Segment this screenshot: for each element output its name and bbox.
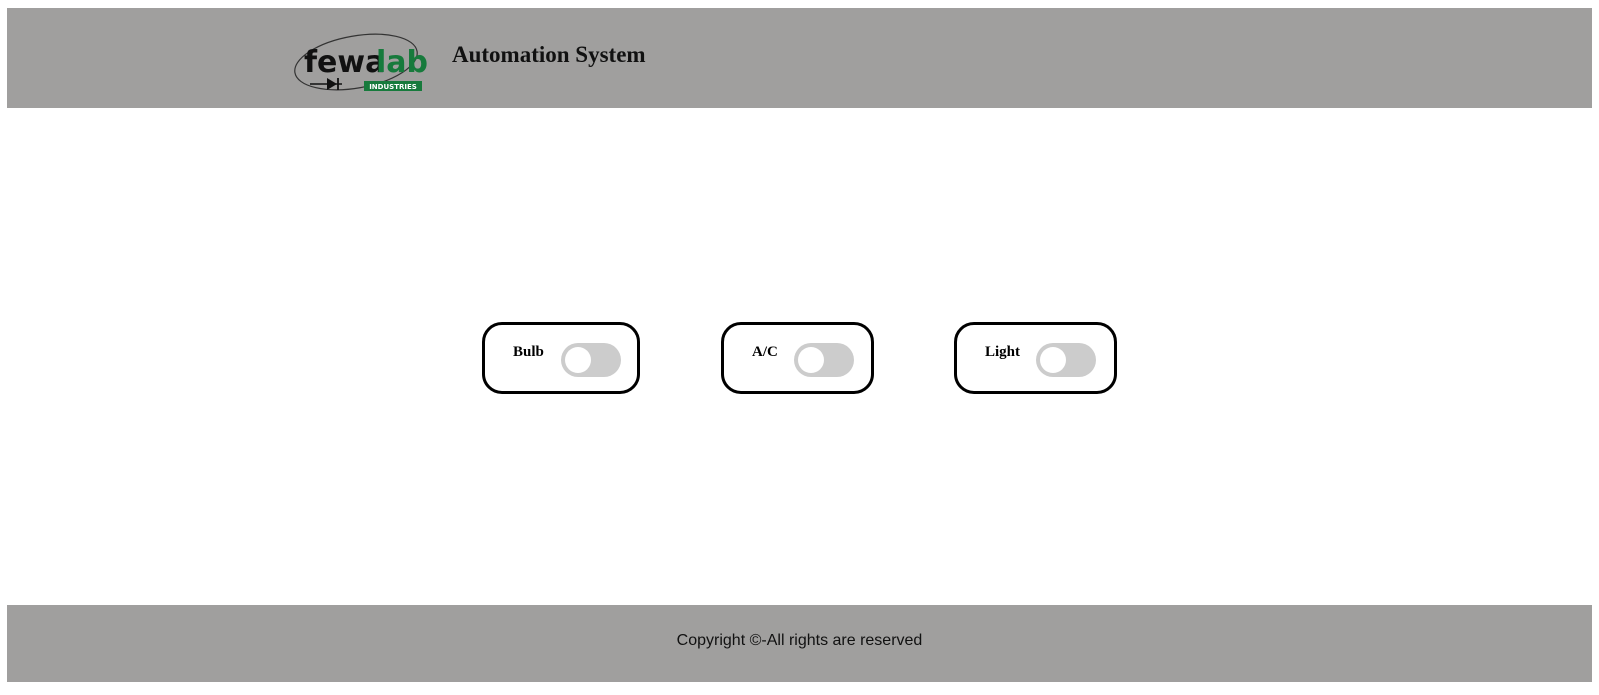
device-card-bulb: Bulb xyxy=(482,322,640,394)
page-title: Automation System xyxy=(452,42,646,67)
toggle-knob xyxy=(798,347,824,373)
device-label-ac: A/C xyxy=(752,344,778,360)
control-panel: Bulb A/C Light xyxy=(7,108,1592,605)
footer-bar: Copyright ©-All rights are reserved xyxy=(7,605,1592,682)
header-bar: fewa lab INDUSTRIES Automation System xyxy=(7,8,1592,108)
page: fewa lab INDUSTRIES Automation System Bu… xyxy=(0,0,1599,695)
toggle-knob xyxy=(565,347,591,373)
bulb-toggle-switch[interactable] xyxy=(561,343,621,377)
ac-toggle-switch[interactable] xyxy=(794,343,854,377)
device-label-bulb: Bulb xyxy=(513,344,544,360)
copyright-text: Copyright ©-All rights are reserved xyxy=(676,632,923,649)
logo-text-green: lab xyxy=(376,45,428,80)
logo-text-dark: fewa xyxy=(304,45,385,80)
device-label-light: Light xyxy=(985,344,1021,360)
device-card-ac: A/C xyxy=(721,322,874,394)
toggle-knob xyxy=(1040,347,1066,373)
logo-tagline: INDUSTRIES xyxy=(369,83,417,91)
light-toggle-switch[interactable] xyxy=(1036,343,1096,377)
device-card-light: Light xyxy=(954,322,1117,394)
diode-orbit-icon: fewa lab INDUSTRIES xyxy=(294,33,428,91)
fewalab-logo[interactable]: fewa lab INDUSTRIES xyxy=(294,26,429,92)
